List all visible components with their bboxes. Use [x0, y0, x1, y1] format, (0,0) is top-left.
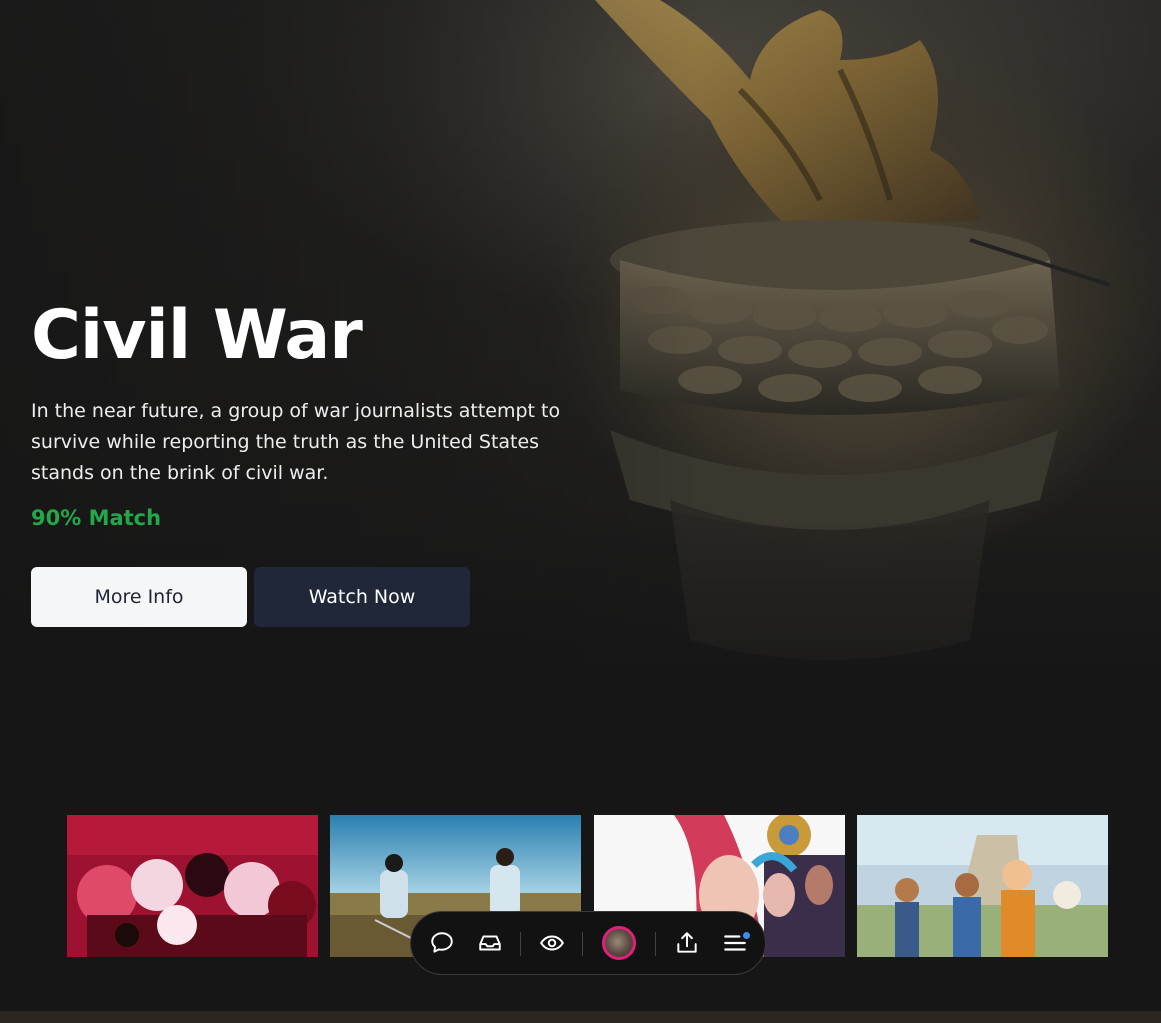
chat-button[interactable] — [419, 912, 465, 974]
thumbnail-hazbin-hotel[interactable] — [67, 815, 318, 957]
page: Civil War In the near future, a group of… — [0, 0, 1161, 1023]
avatar — [602, 926, 636, 960]
chat-icon — [431, 932, 453, 953]
eye-icon — [540, 935, 564, 951]
inbox-button[interactable] — [467, 912, 513, 974]
notification-dot — [743, 932, 750, 939]
thumbnail-avatar[interactable] — [857, 815, 1108, 957]
inbox-icon — [479, 935, 501, 951]
watch-now-button[interactable]: Watch Now — [254, 567, 470, 627]
share-button[interactable] — [664, 912, 710, 974]
profile-button[interactable] — [596, 912, 642, 974]
match-score: 90% Match — [31, 506, 162, 530]
watch-button[interactable] — [529, 912, 575, 974]
hero-title: Civil War — [31, 296, 363, 375]
menu-button[interactable] — [712, 912, 758, 974]
floating-toolbar — [410, 911, 766, 975]
hero-gradient-bottom — [0, 520, 1161, 760]
hero-synopsis: In the near future, a group of war journ… — [31, 400, 561, 484]
bottom-strip — [0, 1011, 1161, 1023]
toolbar-separator — [655, 932, 656, 956]
thumbnail-art — [67, 815, 318, 957]
toolbar-separator — [520, 932, 521, 956]
share-icon — [677, 932, 697, 953]
more-info-button[interactable]: More Info — [31, 567, 247, 627]
toolbar-separator — [582, 932, 583, 956]
thumbnail-art — [857, 815, 1108, 957]
